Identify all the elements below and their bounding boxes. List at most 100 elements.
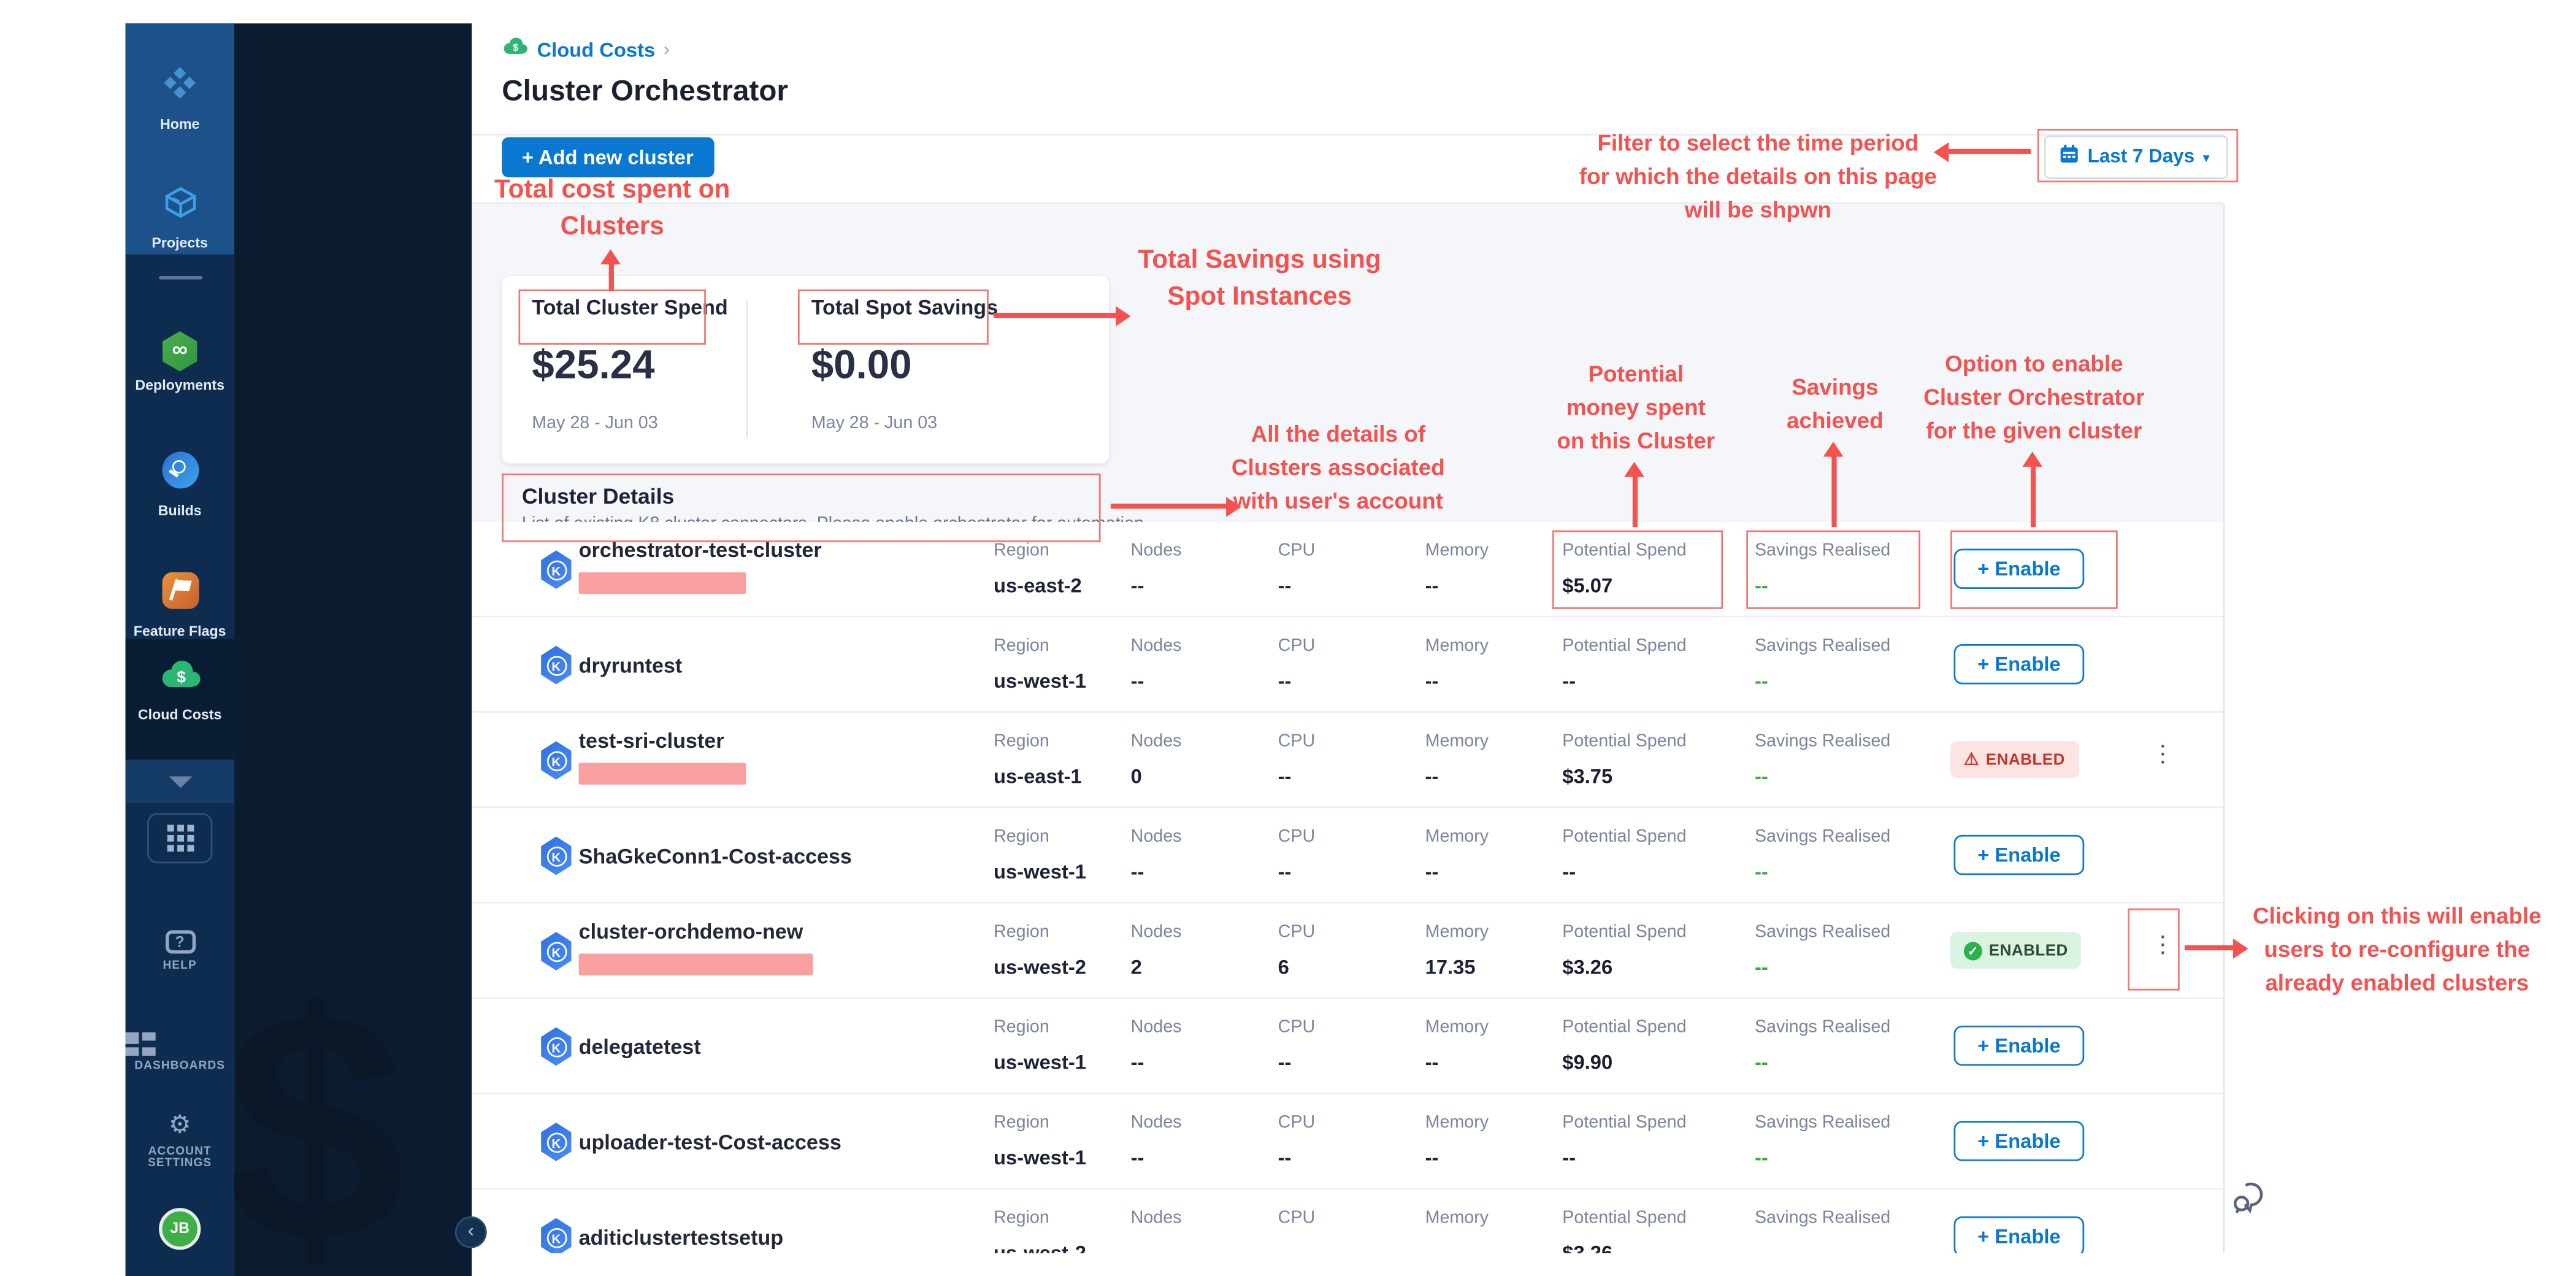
k8s-cluster-icon: K: [539, 1028, 573, 1066]
cell-value: --: [1131, 574, 1144, 597]
k8s-cluster-icon: K: [539, 1123, 573, 1161]
enable-cluster-button[interactable]: + Enable: [1953, 1216, 2084, 1253]
cell-value: --: [1755, 1146, 1768, 1169]
annotation-kebab-note: Clicking on this will enableusers to re-…: [2242, 900, 2553, 1001]
rail-item-label: Home: [126, 115, 234, 132]
column-label: Savings Realised: [1755, 1113, 1890, 1133]
svg-text:$: $: [513, 42, 518, 53]
column-label: Region: [994, 826, 1049, 847]
cloud-costs-icon: $: [158, 656, 202, 701]
annotation-arrow-up: [2031, 465, 2035, 527]
chat-support-icon[interactable]: [2231, 1181, 2268, 1223]
enabled-success-badge: ✓ENABLED: [1950, 932, 2082, 969]
column-label: Region: [994, 922, 1049, 942]
column-label: Memory: [1425, 540, 1489, 561]
column-label: Nodes: [1131, 1113, 1182, 1133]
column-label: Nodes: [1131, 731, 1182, 751]
rail-item-label: Feature Flags: [126, 623, 234, 639]
stat-value: $0.00: [811, 343, 998, 390]
cell-value: us-west-1: [994, 1146, 1086, 1169]
add-new-cluster-button[interactable]: + Add new cluster: [502, 137, 713, 177]
cell-value: --: [1278, 669, 1292, 693]
k8s-cluster-icon: K: [539, 1218, 573, 1253]
annotation-arrow-up: [609, 263, 613, 291]
annotation-total-cost: Total cost spent onClusters: [412, 172, 813, 246]
rail-collapse-band[interactable]: [126, 759, 234, 803]
rail-item-feature-flags[interactable]: Feature Flags: [126, 572, 234, 639]
redacted-text-bar: [579, 954, 813, 975]
column-label: CPU: [1278, 826, 1315, 847]
enable-cluster-button[interactable]: + Enable: [1953, 835, 2084, 875]
cell-value: us-west-2: [994, 1242, 1086, 1253]
redbox-kebab-menu: [2128, 909, 2180, 991]
nav-collapse-button[interactable]: ‹: [455, 1216, 487, 1248]
rail-item-label: ACCOUNT SETTINGS: [131, 1146, 228, 1169]
k8s-cluster-icon: K: [539, 837, 573, 875]
column-label: CPU: [1278, 1208, 1315, 1228]
column-label: CPU: [1278, 922, 1315, 942]
rail-item-cloud-costs[interactable]: $ Cloud Costs: [126, 656, 234, 723]
column-label: Region: [994, 1017, 1049, 1037]
module-grid-button[interactable]: [147, 813, 212, 863]
redbox-potential-spend-cell: [1552, 531, 1723, 609]
user-avatar-wrap[interactable]: JB: [126, 1208, 234, 1250]
rail-item-home[interactable]: Home: [126, 64, 234, 133]
cell-value: us-west-1: [994, 669, 1086, 693]
stat-divider: [746, 301, 748, 439]
column-label: Savings Realised: [1755, 636, 1890, 656]
table-row[interactable]: KdryruntestRegionus-west-1Nodes--CPU--Me…: [472, 617, 2223, 712]
rail-item-help[interactable]: ? HELP: [126, 925, 234, 972]
kebab-menu-button[interactable]: ⋮: [2150, 739, 2177, 767]
k8s-letter: K: [546, 941, 566, 961]
table-row[interactable]: KShaGkeConn1-Cost-accessRegionus-west-1N…: [472, 808, 2223, 903]
enable-cluster-button[interactable]: + Enable: [1953, 1121, 2084, 1161]
column-label: Region: [994, 731, 1049, 751]
table-row[interactable]: KdelegatetestRegionus-west-1Nodes--CPU--…: [472, 999, 2223, 1094]
redbox-enable-button: [1950, 531, 2118, 609]
enable-cluster-button[interactable]: + Enable: [1953, 644, 2084, 684]
rail-item-label: DASHBOARDS: [126, 1061, 234, 1072]
column-label: Region: [994, 1208, 1049, 1228]
cell-value: --: [1755, 764, 1768, 788]
badge-label: ENABLED: [1989, 941, 2068, 959]
cluster-name: ShaGkeConn1-Cost-access: [579, 845, 852, 868]
column-label: Savings Realised: [1755, 922, 1890, 942]
table-row[interactable]: Kuploader-test-Cost-accessRegionus-west-…: [472, 1094, 2223, 1190]
cell-value: --: [1562, 1146, 1576, 1169]
table-row[interactable]: KaditiclustertestsetupRegionus-west-2Nod…: [472, 1190, 2223, 1253]
enable-cluster-button[interactable]: + Enable: [1953, 1026, 2084, 1066]
table-row[interactable]: Ktest-sri-clusterRegionus-east-1Nodes0CP…: [472, 713, 2223, 808]
rail-item-label: Deployments: [126, 377, 234, 393]
rail-item-label: Projects: [126, 234, 234, 251]
cell-value: 6: [1278, 955, 1289, 978]
rail-item-label: Cloud Costs: [126, 706, 234, 723]
cluster-name: aditiclustertestsetup: [579, 1226, 783, 1250]
column-label: Memory: [1425, 731, 1489, 751]
stat-period: May 28 - Jun 03: [811, 413, 998, 434]
rail-item-label: Builds: [126, 502, 234, 518]
cell-value: --: [1131, 1146, 1144, 1169]
k8s-letter: K: [546, 655, 566, 675]
cell-value: us-east-1: [994, 764, 1082, 788]
cell-value: --: [1562, 669, 1576, 693]
annotation-option: Option to enableCluster Orchestratorfor …: [1887, 348, 2181, 448]
table-row[interactable]: Kcluster-orchdemo-newRegionus-west-2Node…: [472, 904, 2223, 999]
cell-value: --: [1131, 1051, 1144, 1074]
annotation-spot-savings: Total Savings usingSpot Instances: [1125, 242, 1393, 316]
redbox-total-spot-savings: [798, 290, 989, 345]
k8s-letter: K: [546, 559, 566, 580]
rail-item-projects[interactable]: Projects: [126, 184, 234, 251]
annotation-arrow-up: [1831, 455, 1836, 527]
rail-item-account-settings[interactable]: ⚙ ACCOUNT SETTINGS: [126, 1109, 234, 1169]
breadcrumb: $ Cloud Costs ›: [502, 35, 670, 65]
grid-icon: [166, 825, 193, 852]
cluster-name: dryruntest: [579, 654, 683, 677]
column-label: Nodes: [1131, 540, 1182, 561]
rail-item-dashboards[interactable]: DASHBOARDS: [126, 1032, 234, 1072]
cluster-name: orchestrator-test-cluster: [579, 539, 822, 562]
rail-item-deployments[interactable]: ∞ Deployments: [126, 331, 234, 393]
chevron-down-icon: [168, 776, 191, 788]
rail-item-builds[interactable]: Builds: [126, 452, 234, 518]
cell-value: --: [1755, 1242, 1768, 1253]
breadcrumb-link[interactable]: Cloud Costs: [537, 39, 655, 62]
